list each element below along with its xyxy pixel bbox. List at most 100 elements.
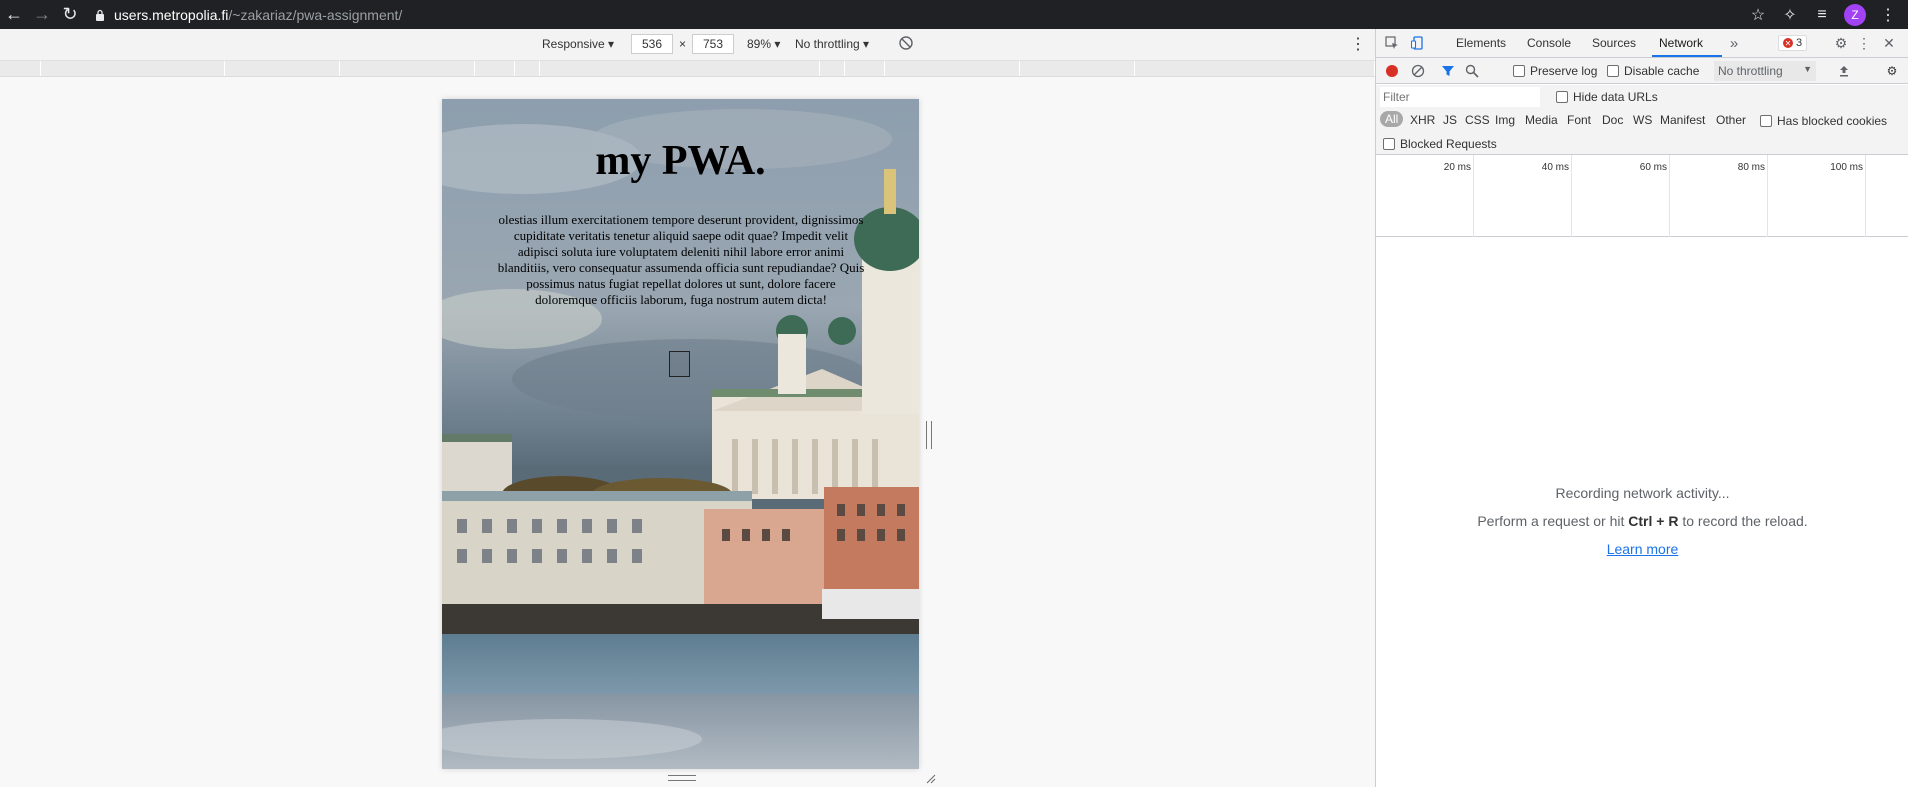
forward-icon[interactable]: →: [28, 1, 56, 29]
back-icon[interactable]: ←: [0, 1, 28, 29]
dropdown-arrow-icon: ▼: [1803, 64, 1812, 74]
preserve-log-checkbox[interactable]: Preserve log: [1513, 64, 1597, 78]
url-path: /~zakariaz/pwa-assignment/: [228, 6, 403, 23]
filter-input[interactable]: [1380, 87, 1540, 107]
tab-elements[interactable]: Elements: [1456, 36, 1506, 50]
checkbox-box: [1383, 138, 1395, 150]
type-filter-doc[interactable]: Doc: [1602, 113, 1623, 127]
profile-avatar[interactable]: Z: [1844, 3, 1866, 26]
device-mode-select[interactable]: Responsive ▾: [542, 37, 614, 51]
filter-funnel-icon[interactable]: [1440, 63, 1456, 79]
blocked-requests-label: Blocked Requests: [1400, 137, 1497, 151]
timeline-tick-label: 80 ms: [1737, 162, 1765, 173]
hide-data-urls-label: Hide data URLs: [1573, 90, 1658, 104]
error-icon: ✕: [1783, 38, 1793, 48]
filter-row: Hide data URLs: [1376, 85, 1908, 109]
extensions-puzzle-icon[interactable]: ✧: [1780, 5, 1800, 25]
checkbox-box: [1760, 115, 1772, 127]
lock-icon: [96, 9, 104, 21]
browser-toolbar: ← → ↻ users.metropolia.fi/~zakariaz/pwa-…: [0, 0, 1908, 29]
zoom-select[interactable]: 89% ▾: [747, 37, 780, 51]
device-toolbar-toggle-icon[interactable]: [1410, 35, 1426, 51]
tab-network[interactable]: Network: [1659, 36, 1703, 50]
learn-more-link[interactable]: Learn more: [1607, 541, 1679, 557]
type-filter-font[interactable]: Font: [1567, 113, 1591, 127]
tab-sources[interactable]: Sources: [1592, 36, 1636, 50]
has-blocked-cookies-label: Has blocked cookies: [1777, 114, 1888, 128]
viewport-resize-corner[interactable]: [924, 772, 936, 784]
network-settings-gear-icon[interactable]: ⚙: [1884, 63, 1900, 79]
page-body-text: olestias illum exercitationem tempore de…: [497, 212, 865, 307]
tab-console[interactable]: Console: [1527, 36, 1571, 50]
background-city-photo: [442, 99, 919, 769]
timeline-tick-label: 60 ms: [1639, 162, 1667, 173]
device-throttling-select[interactable]: No throttling ▾: [795, 37, 869, 51]
url-host: users.metropolia.fi: [114, 6, 229, 23]
checkbox-box: [1513, 65, 1525, 77]
network-timeline-overview[interactable]: 20 ms 40 ms 60 ms 80 ms 100 ms: [1376, 155, 1908, 237]
resource-type-filters: All XHR JS CSS Img Media Font Doc WS Man…: [1376, 109, 1908, 133]
devtools-tab-bar: Elements Console Sources Network » ✕ 3 ⚙…: [1376, 29, 1908, 58]
checkbox-box: [1556, 91, 1568, 103]
record-icon[interactable]: [1384, 63, 1400, 79]
active-tab-indicator: [1652, 55, 1722, 57]
type-filter-xhr[interactable]: XHR: [1410, 113, 1435, 127]
blocked-requests-checkbox[interactable]: Blocked Requests: [1383, 137, 1497, 151]
reload-icon[interactable]: ↻: [56, 1, 84, 29]
has-blocked-cookies-checkbox[interactable]: Has blocked cookies: [1760, 114, 1887, 128]
media-queue-icon[interactable]: ≡: [1812, 5, 1832, 25]
throttling-value: No throttling: [1718, 64, 1783, 78]
perform-suffix: to record the reload.: [1678, 513, 1808, 529]
viewport-height-input[interactable]: [692, 34, 735, 54]
dimension-separator: ×: [679, 37, 687, 51]
disable-cache-checkbox[interactable]: Disable cache: [1607, 64, 1699, 78]
type-filter-ws[interactable]: WS: [1633, 113, 1652, 127]
error-count: 3: [1796, 37, 1803, 49]
type-filter-img[interactable]: Img: [1495, 113, 1515, 127]
viewport-resize-handle-bottom[interactable]: [668, 775, 696, 781]
page-title: my PWA.: [595, 138, 766, 184]
browser-menu-icon[interactable]: ⋮: [1878, 5, 1898, 25]
viewport-resize-handle-right[interactable]: [926, 421, 932, 449]
type-filter-manifest[interactable]: Manifest: [1660, 113, 1705, 127]
type-filter-js[interactable]: JS: [1443, 113, 1457, 127]
error-count-badge[interactable]: ✕ 3: [1778, 35, 1808, 51]
devtools-panel: Elements Console Sources Network » ✕ 3 ⚙…: [1375, 29, 1908, 787]
perform-prefix: Perform a request or hit: [1477, 513, 1629, 529]
inspect-element-icon[interactable]: [1384, 35, 1400, 51]
timeline-tick-label: 40 ms: [1541, 162, 1569, 173]
media-query-bar: [0, 61, 1375, 77]
address-bar[interactable]: users.metropolia.fi/~zakariaz/pwa-assign…: [94, 3, 402, 27]
type-filter-media[interactable]: Media: [1525, 113, 1558, 127]
search-icon[interactable]: [1464, 63, 1480, 79]
device-more-icon[interactable]: ⋮: [1350, 34, 1366, 54]
perform-request-message: Perform a request or hit Ctrl + R to rec…: [1376, 507, 1908, 535]
close-devtools-icon[interactable]: ✕: [1881, 35, 1897, 51]
reload-shortcut: Ctrl + R: [1628, 513, 1679, 529]
hide-data-urls-checkbox[interactable]: Hide data URLs: [1556, 90, 1658, 104]
network-toolbar: Preserve log Disable cache No throttling…: [1376, 58, 1908, 84]
network-throttling-select[interactable]: No throttling ▼: [1714, 61, 1816, 81]
import-har-icon[interactable]: [1836, 63, 1852, 79]
type-filter-css[interactable]: CSS: [1465, 113, 1490, 127]
disable-cache-label: Disable cache: [1624, 64, 1700, 78]
more-tabs-icon[interactable]: »: [1726, 35, 1742, 52]
devtools-menu-icon[interactable]: ⋮: [1856, 35, 1872, 51]
network-empty-state: Recording network activity... Perform a …: [1376, 479, 1908, 563]
recording-message: Recording network activity...: [1555, 485, 1730, 501]
device-toolbar: Responsive ▾ × 89% ▾ No throttling ▾ ⋮: [0, 29, 1375, 61]
checkbox-box: [1607, 65, 1619, 77]
page-button[interactable]: [669, 351, 690, 377]
timeline-tick-label: 100 ms: [1830, 162, 1863, 173]
bookmark-star-icon[interactable]: ☆: [1748, 5, 1768, 25]
clear-icon[interactable]: [1410, 63, 1426, 79]
settings-gear-icon[interactable]: ⚙: [1833, 35, 1849, 51]
type-filter-all[interactable]: All: [1380, 111, 1404, 127]
timeline-tick-label: 20 ms: [1443, 162, 1471, 173]
preserve-log-label: Preserve log: [1530, 64, 1598, 78]
type-filter-other[interactable]: Other: [1716, 113, 1746, 127]
blocked-requests-row: Blocked Requests: [1376, 133, 1908, 155]
rotate-icon[interactable]: [898, 35, 914, 51]
viewport-width-input[interactable]: [631, 34, 673, 54]
emulated-viewport: my PWA. olestias illum exercitationem te…: [442, 99, 919, 769]
